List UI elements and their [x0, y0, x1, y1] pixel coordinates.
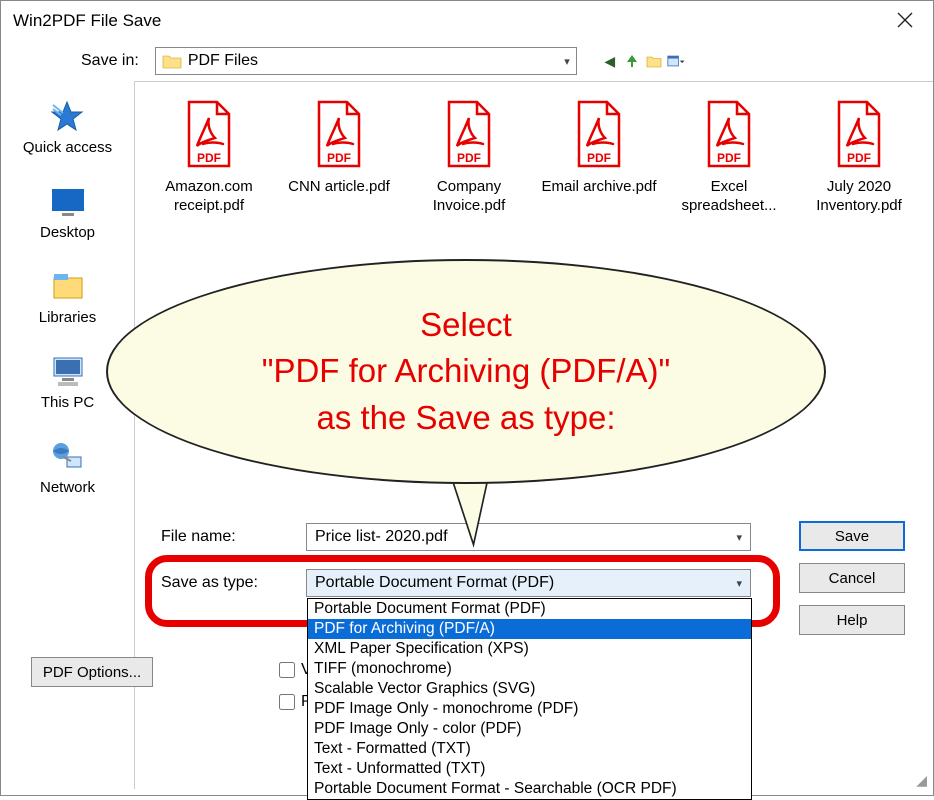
dropdown-option[interactable]: Scalable Vector Graphics (SVG): [308, 679, 751, 699]
window-title: Win2PDF File Save: [13, 11, 889, 31]
view-checkbox[interactable]: [279, 662, 295, 678]
save-as-type-dropdown[interactable]: Portable Document Format (PDF)PDF for Ar…: [307, 598, 752, 800]
file-item[interactable]: PDF CNN article.pdf: [279, 100, 399, 216]
chevron-down-icon: ▾: [564, 55, 570, 68]
pdf-options-button[interactable]: PDF Options...: [31, 657, 153, 687]
quick-access-icon: [47, 99, 87, 135]
dropdown-option[interactable]: TIFF (monochrome): [308, 659, 751, 679]
file-grid: PDF Amazon.com receipt.pdf PDF CNN article.…: [135, 82, 933, 216]
sidebar-item-this-pc[interactable]: This PC: [41, 354, 94, 411]
svg-text:PDF: PDF: [717, 151, 741, 165]
file-item[interactable]: PDF Company Invoice.pdf: [409, 100, 529, 216]
dropdown-option[interactable]: PDF Image Only - color (PDF): [308, 719, 751, 739]
pdf-file-icon: PDF: [829, 100, 889, 170]
file-name: CNN article.pdf: [279, 178, 399, 197]
svg-text:PDF: PDF: [327, 151, 351, 165]
annotation-callout: Select"PDF for Archiving (PDF/A)"as the …: [106, 259, 826, 484]
dropdown-option[interactable]: PDF Image Only - monochrome (PDF): [308, 699, 751, 719]
file-name: Company Invoice.pdf: [409, 178, 529, 216]
file-item[interactable]: PDF July 2020 Inventory.pdf: [799, 100, 919, 216]
file-name-label: File name:: [161, 528, 306, 546]
sidebar-label: This PC: [41, 394, 94, 411]
svg-text:PDF: PDF: [197, 151, 221, 165]
this-pc-icon: [48, 354, 88, 390]
pdf-file-icon: PDF: [309, 100, 369, 170]
cancel-button[interactable]: Cancel: [799, 563, 905, 593]
sidebar-item-quick-access[interactable]: Quick access: [23, 99, 112, 156]
file-name: Amazon.com receipt.pdf: [149, 178, 269, 216]
file-item[interactable]: PDF Email archive.pdf: [539, 100, 659, 216]
close-button[interactable]: [889, 8, 921, 34]
save-in-label: Save in:: [81, 52, 139, 70]
sidebar-label: Quick access: [23, 139, 112, 156]
svg-text:PDF: PDF: [587, 151, 611, 165]
chevron-down-icon: ▾: [736, 531, 742, 544]
help-button[interactable]: Help: [799, 605, 905, 635]
sidebar-item-libraries[interactable]: Libraries: [39, 269, 97, 326]
nav-icons: ◀: [601, 52, 685, 70]
file-name: July 2020 Inventory.pdf: [799, 178, 919, 216]
location-combo[interactable]: PDF Files ▾: [155, 47, 577, 75]
pdf-file-icon: PDF: [439, 100, 499, 170]
titlebar: Win2PDF File Save: [1, 1, 933, 41]
location-text: PDF Files: [188, 52, 258, 70]
dropdown-option[interactable]: PDF for Archiving (PDF/A): [308, 619, 751, 639]
save-as-type-value: Portable Document Format (PDF): [315, 574, 554, 592]
sidebar-label: Desktop: [40, 224, 95, 241]
save-as-type-combo[interactable]: Portable Document Format (PDF) ▾ Portabl…: [306, 569, 751, 597]
file-name-value: Price list- 2020.pdf: [315, 528, 448, 546]
chevron-down-icon: ▾: [736, 577, 742, 590]
sidebar-item-network[interactable]: Network: [40, 439, 95, 496]
button-column: Save Cancel Help: [799, 521, 905, 635]
new-folder-icon[interactable]: [645, 52, 663, 70]
svg-text:PDF: PDF: [457, 151, 481, 165]
dropdown-option[interactable]: Text - Unformatted (TXT): [308, 759, 751, 779]
file-save-dialog: Win2PDF File Save Save in: PDF Files ▾ ◀: [0, 0, 934, 796]
annotation-callout-text: Select"PDF for Archiving (PDF/A)"as the …: [212, 302, 721, 441]
file-item[interactable]: PDF Excel spreadsheet...: [669, 100, 789, 216]
network-icon: [47, 439, 87, 475]
dropdown-option[interactable]: Text - Formatted (TXT): [308, 739, 751, 759]
desktop-icon: [48, 184, 88, 220]
file-item[interactable]: PDF Amazon.com receipt.pdf: [149, 100, 269, 216]
folder-icon: [162, 53, 182, 69]
back-icon[interactable]: ◀: [601, 52, 619, 70]
sidebar-label: Network: [40, 479, 95, 496]
sidebar-label: Libraries: [39, 309, 97, 326]
pdf-file-icon: PDF: [699, 100, 759, 170]
file-name: Excel spreadsheet...: [669, 178, 789, 216]
libraries-icon: [48, 269, 88, 305]
sidebar-item-desktop[interactable]: Desktop: [40, 184, 95, 241]
views-icon[interactable]: [667, 52, 685, 70]
resize-grip[interactable]: ◢: [916, 772, 927, 789]
dropdown-option[interactable]: Portable Document Format - Searchable (O…: [308, 779, 751, 799]
save-as-type-label: Save as type:: [161, 574, 306, 592]
dropdown-option[interactable]: Portable Document Format (PDF): [308, 599, 751, 619]
save-button[interactable]: Save: [799, 521, 905, 551]
file-name: Email archive.pdf: [539, 178, 659, 197]
up-icon[interactable]: [623, 52, 641, 70]
p-checkbox[interactable]: [279, 694, 295, 710]
toolbar: Save in: PDF Files ▾ ◀: [1, 41, 933, 81]
pdf-file-icon: PDF: [569, 100, 629, 170]
pdf-file-icon: PDF: [179, 100, 239, 170]
dropdown-option[interactable]: XML Paper Specification (XPS): [308, 639, 751, 659]
svg-text:PDF: PDF: [847, 151, 871, 165]
